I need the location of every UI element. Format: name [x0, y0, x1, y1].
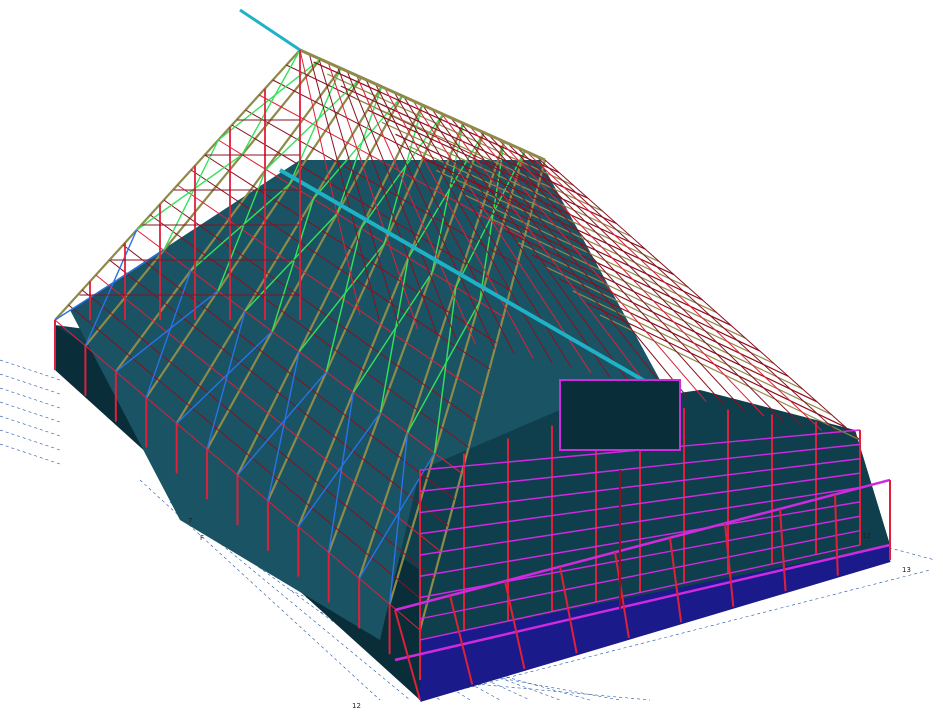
grid-label-f: F	[200, 534, 204, 542]
grid-line	[0, 443, 61, 465]
grid-line	[0, 415, 61, 437]
brace	[241, 49, 301, 156]
grid-label-13: 13	[902, 566, 911, 574]
grid-line	[0, 429, 61, 451]
roof-monitor	[559, 379, 681, 451]
grid-line	[0, 359, 61, 381]
grid-label-12-right: 12	[862, 532, 871, 540]
grid-label-7: 7	[188, 517, 192, 525]
grid-label-12-bottom: 12	[352, 702, 361, 710]
monitor-box	[559, 379, 681, 451]
ridge-extension	[239, 8, 301, 52]
grid-line	[0, 387, 61, 409]
grid-line	[0, 401, 61, 423]
grid-line	[0, 373, 61, 395]
structural-model-viewport[interactable]: 7 F 12 12 13	[0, 0, 943, 722]
